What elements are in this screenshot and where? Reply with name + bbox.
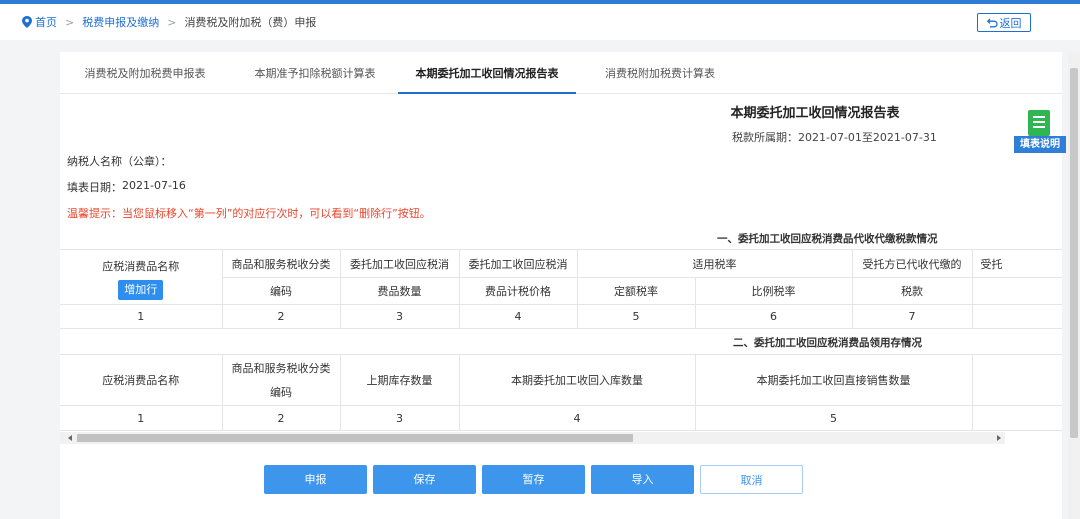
s2-header-tax-code: 商品和服务税收分类 编码 [221,354,341,406]
top-bar: 首页 > 税费申报及缴纳 > 消费税及附加税（费）申报 返回 [0,0,1080,40]
taxpayer-name: 纳税人名称（公章）： [67,153,172,169]
row-number-cell: 7 [851,304,973,329]
vertical-scroll-thumb[interactable] [1070,68,1078,438]
warm-tip: 温馨提示：当您鼠标移入“第一列”的对应行次时，可以看到“删除行”按钮。 [67,207,431,220]
section1-title: 一、委托加工收回应税消费品代收代缴税款情况 [717,233,938,245]
import-button[interactable]: 导入 [591,465,694,494]
s2-header-product-name: 应税消费品名称 [60,354,223,406]
breadcrumb-home-link[interactable]: 首页 [35,14,57,30]
submit-button[interactable]: 申报 [264,465,367,494]
tab-deductible-tax-calc[interactable]: 本期准予扣除税额计算表 [230,52,400,94]
header-product-name-label: 应税消费品名称 [102,260,180,273]
s2-row-number-cell: 4 [458,405,696,431]
horizontal-scrollbar[interactable] [60,432,1005,444]
scroll-left-arrow-icon[interactable] [68,435,72,441]
header-withheld-tax-line2: 税款 [851,277,973,305]
breadcrumb-current: 消费税及附加税（费）申报 [184,16,317,29]
s2-row-number-cell: 5 [694,405,973,431]
tab-bar: 消费税及附加税费申报表 本期准予扣除税额计算表 本期委托加工收回情况报告表 消费… [60,52,1062,94]
back-button-label: 返回 [999,16,1022,30]
header-tax-code: 商品和服务税收分类 [221,249,341,278]
tab-consumption-tax-return[interactable]: 消费税及附加税费申报表 [60,52,230,94]
header-applicable-rate: 适用税率 [576,249,853,278]
location-pin-icon [22,16,32,28]
save-button[interactable]: 保存 [373,465,476,494]
breadcrumb-separator-icon: > [167,15,177,29]
s2-header-partial-column [971,354,1062,406]
back-button[interactable]: 返回 [977,13,1031,32]
header-withheld-tax: 受托方已代收代缴的 [851,249,973,278]
breadcrumb-tax-filing-link[interactable]: 税费申报及缴纳 [82,14,159,30]
row-number-cell: 5 [576,304,696,329]
draft-button[interactable]: 暂存 [482,465,585,494]
header-taxable-price-line2: 费品计税价格 [458,277,578,305]
header-partial-column: 受托 [971,249,1062,278]
main-panel: 消费税及附加税费申报表 本期准予扣除税额计算表 本期委托加工收回情况报告表 消费… [60,52,1062,519]
tax-period-label: 税款所属期： [732,131,798,144]
row-number-cell-empty [971,304,1062,329]
taxpayer-name-label: 纳税人名称（公章）： [67,155,172,168]
header-fixed-rate: 定额税率 [576,277,696,305]
fill-date: 填表日期： 2021-07-16 [67,179,186,195]
row-number-cell: 6 [694,304,853,329]
section2-table: 应税消费品名称 商品和服务税收分类 编码 上期库存数量 本期委托加工收回入库数量… [60,354,1062,431]
s2-row-number-cell: 2 [221,405,341,431]
s2-row-number-cell: 1 [60,405,223,431]
return-arrow-icon [986,18,998,27]
tax-period: 税款所属期： 2021-07-01至2021-07-31 [732,129,937,145]
cancel-button[interactable]: 取消 [700,465,803,494]
row-number-cell: 1 [60,304,223,329]
fill-guide-button[interactable]: 填表说明 [1012,110,1066,156]
top-accent-strip [0,0,1080,4]
action-bar: 申报 保存 暂存 导入 取消 [60,465,1062,495]
row-number-cell: 4 [458,304,578,329]
s2-header-prior-stock: 上期库存数量 [339,354,460,406]
add-row-button[interactable]: 增加行 [118,280,164,300]
tab-processing-report[interactable]: 本期委托加工收回情况报告表 [398,52,576,94]
s2-row-number-cell-empty [971,405,1062,431]
fill-date-label: 填表日期： [67,181,122,194]
breadcrumb: 首页 > 税费申报及缴纳 > 消费税及附加税（费）申报 [22,14,316,30]
header-tax-code-line2: 编码 [221,277,341,305]
tax-period-value: 2021-07-01至2021-07-31 [798,131,937,144]
s2-row-number-cell: 3 [339,405,460,431]
section2-title: 二、委托加工收回应税消费品领用存情况 [733,337,922,349]
header-quantity-line2: 费品数量 [339,277,460,305]
row-number-cell: 3 [339,304,460,329]
horizontal-scroll-thumb[interactable] [77,434,633,442]
report-title: 本期委托加工收回情况报告表 [730,106,900,121]
s2-header-tax-code-line1: 商品和服务税收分类 [231,362,331,375]
header-partial-column-cont [971,277,1062,305]
header-taxable-price: 委托加工收回应税消 [458,249,578,278]
fill-date-value: 2021-07-16 [122,179,186,192]
s2-header-inbound-qty: 本期委托加工收回入库数量 [458,354,696,406]
fill-guide-label: 填表说明 [1014,136,1066,153]
scroll-right-arrow-icon[interactable] [997,435,1001,441]
header-product-name: 应税消费品名称 增加行 [60,249,223,305]
s2-header-direct-sales-qty: 本期委托加工收回直接销售数量 [694,354,973,406]
breadcrumb-separator-icon: > [65,15,75,29]
row-number-cell: 2 [221,304,341,329]
tab-surcharge-calc[interactable]: 消费税附加税费计算表 [580,52,740,94]
section1-table: 应税消费品名称 增加行 商品和服务税收分类 委托加工收回应税消 委托加工收回应税… [60,249,1062,329]
vertical-scrollbar[interactable] [1068,52,1080,519]
document-icon [1028,110,1050,136]
header-quantity: 委托加工收回应税消 [339,249,460,278]
header-proportional-rate: 比例税率 [694,277,853,305]
s2-header-tax-code-line2: 编码 [270,386,292,399]
